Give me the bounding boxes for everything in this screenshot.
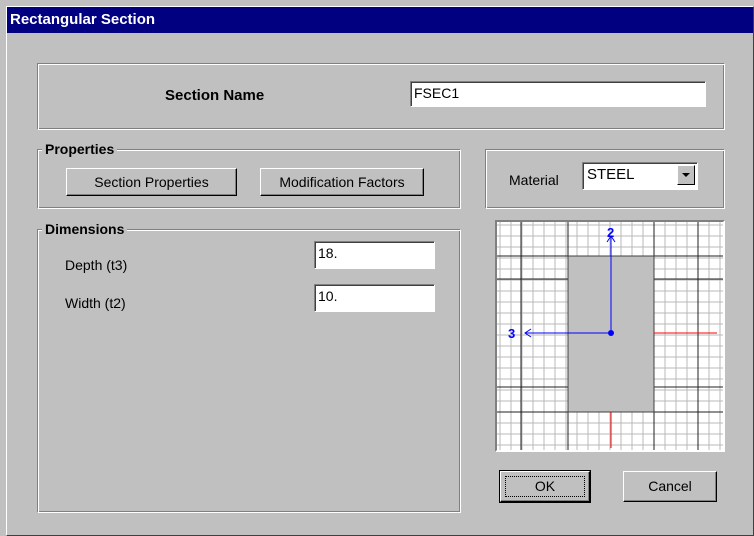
section-name-input[interactable]: FSEC1 xyxy=(410,81,706,107)
ok-button[interactable]: OK xyxy=(499,470,591,503)
ok-label: OK xyxy=(534,478,556,494)
axis-2-label: 2 xyxy=(607,225,614,240)
material-select[interactable]: STEEL xyxy=(582,162,698,190)
depth-label: Depth (t3) xyxy=(65,257,128,273)
material-selected-value: STEEL xyxy=(587,166,635,183)
axis-3-label: 3 xyxy=(508,326,515,341)
section-preview-drawing: 2 3 xyxy=(497,222,723,450)
origin-point xyxy=(608,330,614,336)
chevron-down-icon[interactable] xyxy=(677,165,695,185)
modification-factors-button[interactable]: Modification Factors xyxy=(260,168,424,196)
section-properties-button[interactable]: Section Properties xyxy=(66,168,237,196)
width-label: Width (t2) xyxy=(65,295,126,311)
section-name-label: Section Name xyxy=(165,87,265,104)
depth-input[interactable]: 18. xyxy=(314,241,435,269)
properties-legend: Properties xyxy=(42,141,118,157)
material-label: Material xyxy=(509,172,559,188)
window-title: Rectangular Section xyxy=(7,7,753,33)
section-preview: 2 3 xyxy=(495,220,725,452)
rectangular-section-dialog: Rectangular Section Section Name FSEC1 P… xyxy=(6,6,754,536)
dimensions-legend: Dimensions xyxy=(42,221,128,237)
cancel-button[interactable]: Cancel xyxy=(623,471,717,502)
width-input[interactable]: 10. xyxy=(314,284,435,312)
